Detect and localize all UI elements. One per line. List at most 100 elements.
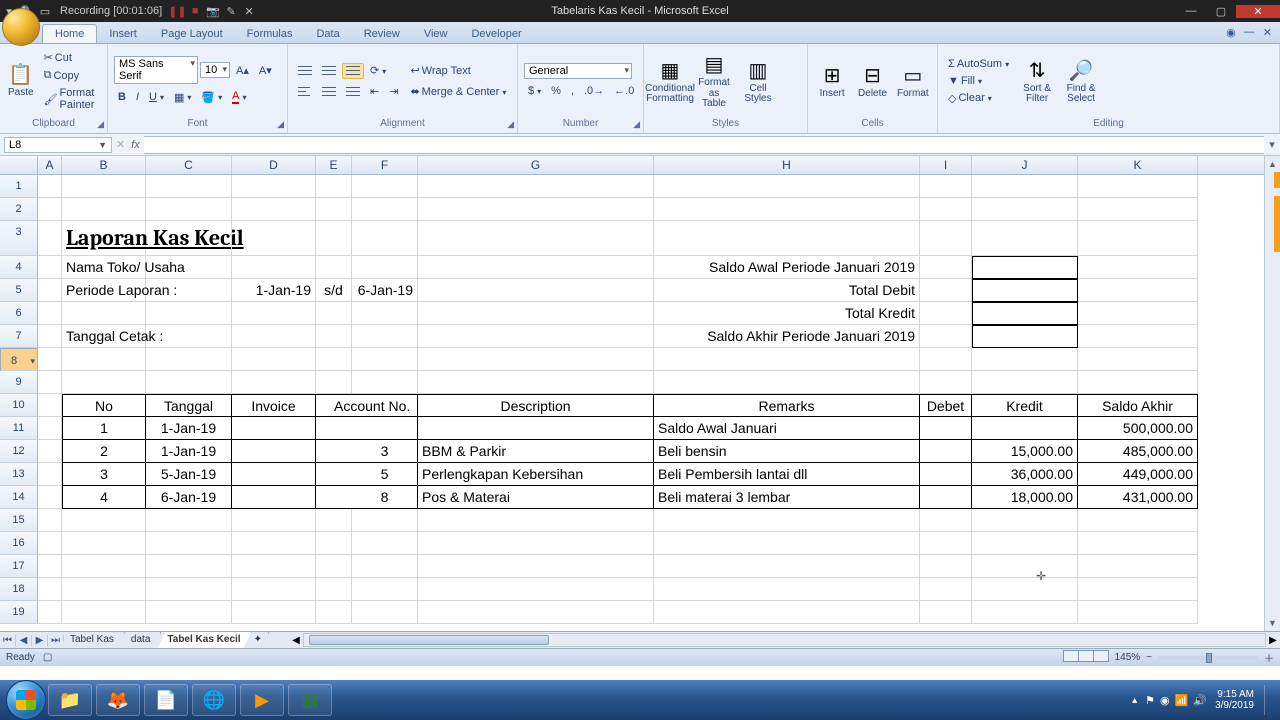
cell-B6[interactable] (62, 302, 146, 325)
cell-F2[interactable] (352, 198, 418, 221)
cell-D12[interactable] (232, 440, 316, 463)
cell-H5[interactable]: Total Debit (654, 279, 920, 302)
taskbar-excel[interactable]: ▦ (288, 684, 332, 716)
cell-C12[interactable]: 1-Jan-19 (146, 440, 232, 463)
cell-C1[interactable] (146, 175, 232, 198)
clipboard-dialog-icon[interactable]: ◢ (97, 119, 104, 130)
cell-D1[interactable] (232, 175, 316, 198)
cell-F10[interactable] (352, 394, 418, 417)
cell-I2[interactable] (920, 198, 972, 221)
sheet-first-button[interactable]: ⏮ (0, 635, 16, 646)
cell-F1[interactable] (352, 175, 418, 198)
cell-G11[interactable] (418, 417, 654, 440)
cell-C17[interactable] (146, 555, 232, 578)
cell-A10[interactable] (38, 394, 62, 417)
cell-E15[interactable] (316, 509, 352, 532)
minimize-button[interactable]: — (1176, 5, 1206, 17)
cell-I1[interactable] (920, 175, 972, 198)
font-dialog-icon[interactable]: ◢ (277, 119, 284, 130)
cell-E12[interactable] (316, 440, 352, 463)
cell-D15[interactable] (232, 509, 316, 532)
cell-F15[interactable] (352, 509, 418, 532)
row-header-17[interactable]: 17 (0, 555, 38, 578)
worksheet-grid[interactable]: ABCDEFGHIJK 1234567891011121314151617181… (0, 156, 1280, 631)
cell-E9[interactable] (316, 371, 352, 394)
wrap-text-button[interactable]: ↩ Wrap Text (406, 62, 510, 79)
col-header-E[interactable]: E (316, 156, 352, 174)
conditional-formatting-button[interactable]: ▦Conditional Formatting (650, 56, 690, 107)
cell-J8[interactable] (972, 348, 1078, 371)
cell-D18[interactable] (232, 578, 316, 601)
sheet-tab-2[interactable]: Tabel Kas Kecil (157, 632, 251, 648)
cell-K17[interactable] (1078, 555, 1198, 578)
cell-K4[interactable] (1078, 256, 1198, 279)
cell-K1[interactable] (1078, 175, 1198, 198)
office-button[interactable] (2, 8, 40, 46)
cell-H8[interactable] (654, 348, 920, 371)
tab-formulas[interactable]: Formulas (235, 25, 305, 43)
cell-H9[interactable] (654, 371, 920, 394)
tray-expand-icon[interactable]: ▴ (1132, 695, 1137, 706)
cell-G13[interactable]: Perlengkapan Kebersihan (418, 463, 654, 486)
rec-close-button[interactable]: ✕ (240, 5, 258, 18)
cell-A11[interactable] (38, 417, 62, 440)
tray-icons[interactable]: ⚑ ◉ 📶 🔊 (1145, 694, 1207, 707)
cell-D7[interactable] (232, 325, 316, 348)
rec-screenshot-button[interactable]: 📷 (204, 5, 222, 18)
cell-A6[interactable] (38, 302, 62, 325)
sheet-next-button[interactable]: ▶ (32, 635, 48, 646)
col-header-D[interactable]: D (232, 156, 316, 174)
name-box[interactable]: L8▼ (4, 137, 112, 153)
row-header-14[interactable]: 14 (0, 486, 38, 509)
cell-H1[interactable] (654, 175, 920, 198)
cell-B10[interactable]: No (62, 394, 146, 417)
cell-A17[interactable] (38, 555, 62, 578)
col-header-C[interactable]: C (146, 156, 232, 174)
cell-J11[interactable] (972, 417, 1078, 440)
cell-H14[interactable]: Beli materai 3 lembar (654, 486, 920, 509)
col-header-B[interactable]: B (62, 156, 146, 174)
cell-K12[interactable]: 485,000.00 (1078, 440, 1198, 463)
cell-I5[interactable] (920, 279, 972, 302)
cell-K7[interactable] (1078, 325, 1198, 348)
row-header-16[interactable]: 16 (0, 532, 38, 555)
cell-G15[interactable] (418, 509, 654, 532)
cell-B9[interactable] (62, 371, 146, 394)
rec-draw-button[interactable]: ✎ (222, 5, 240, 18)
cell-I18[interactable] (920, 578, 972, 601)
cell-E5[interactable]: s/d (316, 279, 352, 302)
cell-A7[interactable] (38, 325, 62, 348)
cell-K14[interactable]: 431,000.00 (1078, 486, 1198, 509)
cell-A2[interactable] (38, 198, 62, 221)
align-center-button[interactable] (318, 84, 340, 100)
close-button[interactable]: ✕ (1236, 5, 1280, 18)
cell-C9[interactable] (146, 371, 232, 394)
cell-J2[interactable] (972, 198, 1078, 221)
cell-I4[interactable] (920, 256, 972, 279)
rec-crop-icon[interactable]: ▭ (36, 5, 54, 18)
align-bottom-button[interactable] (342, 63, 364, 79)
taskbar-chrome[interactable]: 🌐 (192, 684, 236, 716)
cell-H18[interactable] (654, 578, 920, 601)
cell-G8[interactable] (418, 348, 654, 371)
cell-K13[interactable]: 449,000.00 (1078, 463, 1198, 486)
cell-J19[interactable] (972, 601, 1078, 624)
cell-A3[interactable] (38, 221, 62, 256)
row-header-10[interactable]: 10 (0, 394, 38, 417)
cell-J7[interactable] (972, 325, 1078, 348)
cell-C19[interactable] (146, 601, 232, 624)
cell-B8[interactable] (62, 348, 146, 371)
help-icon[interactable]: ◉ (1226, 26, 1236, 39)
cell-G9[interactable] (418, 371, 654, 394)
view-buttons[interactable] (1064, 650, 1109, 665)
copy-button[interactable]: ⧉ Copy (40, 67, 101, 84)
tab-developer[interactable]: Developer (459, 25, 533, 43)
cell-G7[interactable] (418, 325, 654, 348)
cell-F5[interactable]: 6-Jan-19 (352, 279, 418, 302)
format-as-table-button[interactable]: ▤Format as Table (694, 50, 734, 112)
cell-J3[interactable] (972, 221, 1078, 256)
cell-B11[interactable]: 1 (62, 417, 146, 440)
tray-flag-icon[interactable]: ⚑ (1145, 694, 1155, 707)
col-header-I[interactable]: I (920, 156, 972, 174)
cell-D11[interactable] (232, 417, 316, 440)
